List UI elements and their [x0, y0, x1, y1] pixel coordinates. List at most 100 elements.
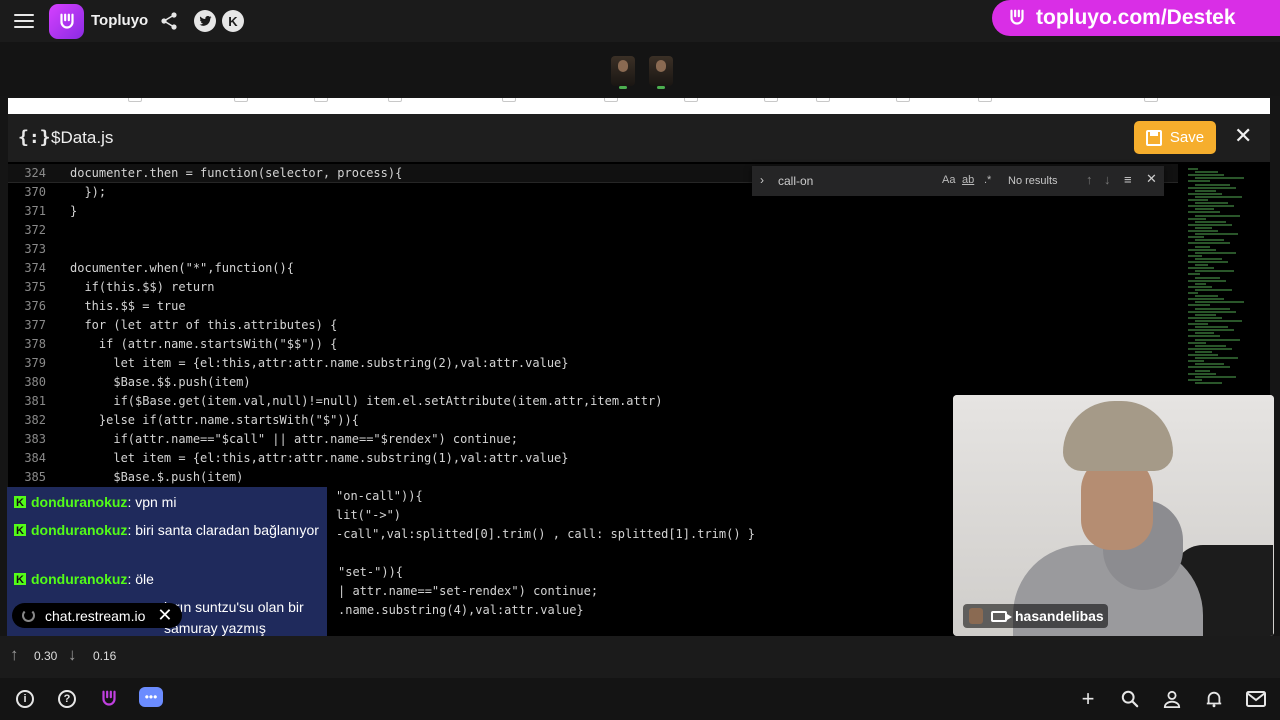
- webcam-name-bar: hasandelibas: [963, 604, 1108, 628]
- find-in-selection-icon[interactable]: ≡: [1124, 172, 1132, 187]
- minimap-line: [1188, 304, 1210, 307]
- kick-badge-icon: [14, 570, 26, 591]
- minimap-line: [1195, 251, 1236, 254]
- close-icon[interactable]: ✕: [1234, 124, 1252, 149]
- minimap-line: [1195, 239, 1224, 242]
- code-line[interactable]: 374 documenter.when("*",function(){: [8, 259, 1178, 278]
- browser-bookmarks-bar: [8, 98, 1270, 114]
- minimap-line: [1195, 381, 1222, 384]
- code-line[interactable]: 373: [8, 240, 1178, 259]
- editor-minimap[interactable]: [1180, 164, 1270, 394]
- code-line[interactable]: 380 $Base.$$.push(item): [8, 373, 1178, 392]
- info-icon[interactable]: i: [16, 690, 34, 708]
- bottom-toolbar: i ? ••• +: [0, 678, 1280, 720]
- line-number: 385: [24, 470, 46, 484]
- search-icon[interactable]: [1119, 688, 1141, 710]
- find-result-count: No results: [1008, 175, 1058, 187]
- upload-arrow-icon: ↑: [10, 645, 19, 664]
- next-match-arrow-icon[interactable]: ↓: [1104, 172, 1111, 187]
- minimap-line: [1188, 360, 1204, 363]
- upload-value: 0.30: [34, 649, 58, 663]
- participant-thumbnail[interactable]: [649, 56, 673, 89]
- code-text: "set-")){: [338, 565, 404, 579]
- minimap-line: [1195, 220, 1226, 223]
- code-text: "on-call")){: [336, 489, 423, 503]
- share-icon[interactable]: [159, 11, 179, 31]
- line-number: 376: [24, 299, 46, 313]
- minimap-line: [1195, 344, 1226, 347]
- toggle-replace-chevron-icon[interactable]: ›: [760, 173, 764, 187]
- regex-toggle[interactable]: .*: [984, 174, 991, 186]
- topluyo-logo[interactable]: [49, 4, 84, 39]
- minimap-line: [1188, 199, 1208, 201]
- chat-bubble-icon[interactable]: •••: [139, 687, 163, 707]
- whole-word-toggle[interactable]: ab: [962, 174, 974, 186]
- find-input[interactable]: call-on: [778, 174, 813, 188]
- minimap-line: [1188, 230, 1218, 232]
- minimap-line: [1195, 226, 1212, 229]
- brand-name[interactable]: Topluyo: [91, 12, 148, 29]
- minimap-line: [1188, 323, 1208, 325]
- minimap-line: [1195, 183, 1230, 186]
- chat-text: ların suntzu'su olan bir samuray yazmış: [164, 599, 304, 636]
- line-number: 383: [24, 432, 46, 446]
- minimap-line: [1195, 189, 1216, 192]
- close-find-icon[interactable]: ✕: [1146, 171, 1157, 187]
- chat-message: donduranokuz: öle: [14, 569, 320, 591]
- minimap-line: [1188, 211, 1220, 214]
- code-line[interactable]: 378 if (attr.name.startsWith("$$")) {: [8, 335, 1178, 354]
- minimap-line: [1195, 332, 1214, 335]
- minimap-line: [1195, 295, 1218, 298]
- minimap-line: [1195, 288, 1232, 291]
- minimap-line: [1188, 180, 1210, 183]
- kick-icon[interactable]: K: [222, 10, 244, 32]
- minimap-line: [1188, 347, 1232, 350]
- save-button[interactable]: Save: [1134, 121, 1216, 154]
- minimap-line: [1188, 254, 1202, 257]
- add-icon[interactable]: +: [1077, 686, 1099, 711]
- previous-match-arrow-icon[interactable]: ↑: [1086, 172, 1093, 187]
- minimap-line: [1188, 366, 1230, 369]
- code-text: if(this.$$) return: [70, 280, 215, 294]
- line-number: 382: [24, 413, 46, 427]
- minimap-line: [1195, 202, 1228, 205]
- minimap-line: [1188, 168, 1198, 170]
- code-text: if($Base.get(item.val,null)!=null) item.…: [70, 394, 663, 408]
- code-line[interactable]: 375 if(this.$$) return: [8, 278, 1178, 297]
- help-icon[interactable]: ?: [58, 690, 76, 708]
- minimap-line: [1195, 214, 1240, 217]
- code-line[interactable]: 377 for (let attr of this.attributes) {: [8, 316, 1178, 335]
- user-icon[interactable]: [1161, 688, 1183, 710]
- kick-badge-icon: [14, 521, 26, 542]
- line-number: 384: [24, 451, 46, 465]
- minimap-line: [1195, 350, 1212, 353]
- hamburger-menu-icon[interactable]: [14, 12, 34, 30]
- code-text: documenter.when("*",function(){: [70, 261, 294, 275]
- bell-icon[interactable]: [1203, 688, 1225, 710]
- minimap-line: [1195, 245, 1210, 248]
- chat-username: donduranokuz: [31, 571, 128, 587]
- code-line[interactable]: 371}: [8, 202, 1178, 221]
- participant-thumbnail[interactable]: [611, 56, 635, 89]
- close-toast-icon[interactable]: ✕: [157, 605, 172, 626]
- code-text: $Base.$$.push(item): [70, 375, 251, 389]
- minimap-line: [1188, 372, 1216, 375]
- twitter-icon[interactable]: [194, 10, 216, 32]
- mail-icon[interactable]: [1245, 688, 1267, 710]
- line-number: 374: [24, 261, 46, 275]
- floppy-disk-icon: [1145, 129, 1162, 146]
- topluyo-mark-icon[interactable]: [98, 688, 120, 710]
- minimap-line: [1195, 257, 1222, 260]
- app-root: Topluyo K topluyo.com/Destek {:} $Data.j…: [0, 0, 1280, 720]
- minimap-line: [1195, 363, 1224, 366]
- match-case-toggle[interactable]: Aa: [942, 174, 955, 186]
- line-number: 380: [24, 375, 46, 389]
- code-text: if(attr.name=="$call" || attr.name=="$re…: [70, 432, 518, 446]
- minimap-line: [1195, 307, 1230, 310]
- code-line[interactable]: 376 this.$$ = true: [8, 297, 1178, 316]
- code-line[interactable]: 372: [8, 221, 1178, 240]
- webcam-tile[interactable]: hasandelibas: [953, 395, 1274, 636]
- destek-promo-banner[interactable]: topluyo.com/Destek: [992, 0, 1280, 36]
- code-line[interactable]: 379 let item = {el:this,attr:attr.name.s…: [8, 354, 1178, 373]
- minimap-line: [1188, 354, 1218, 356]
